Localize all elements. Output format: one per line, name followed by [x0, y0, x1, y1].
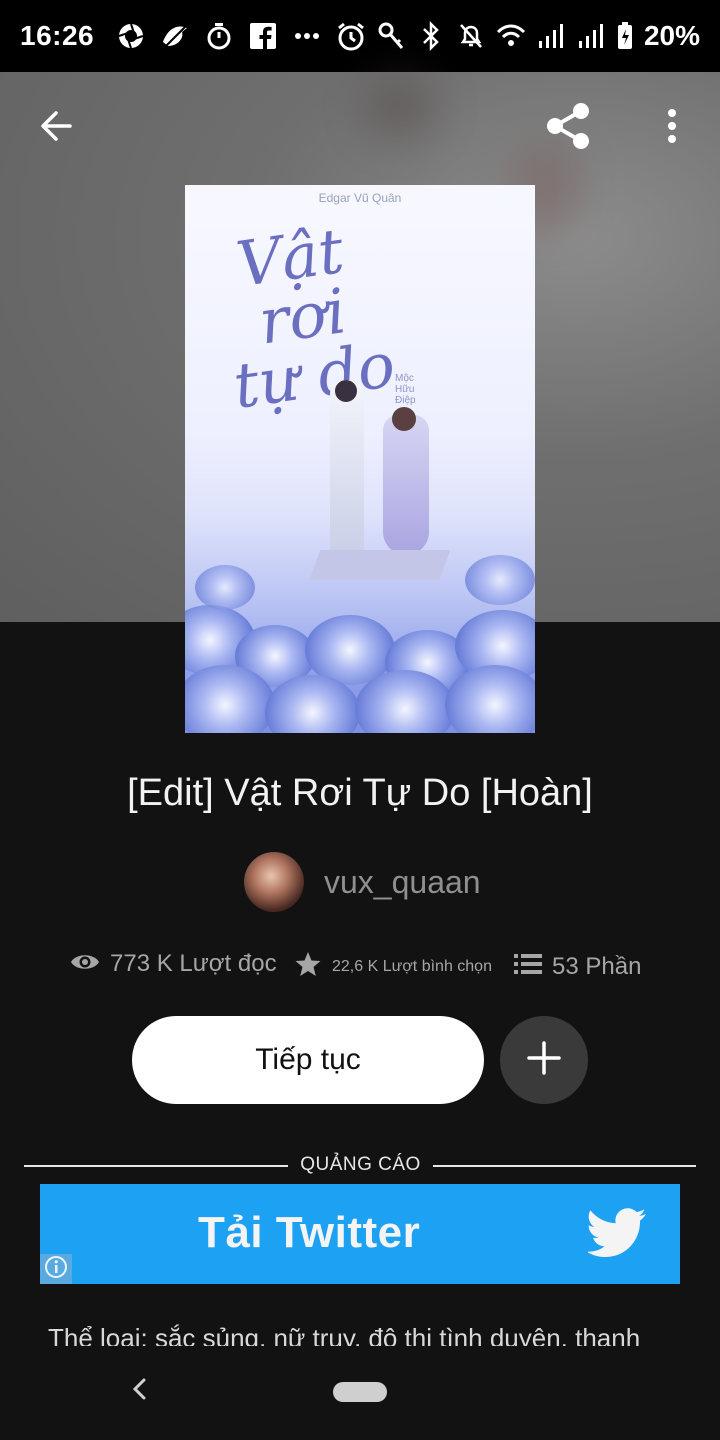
signal-icon — [536, 21, 566, 51]
status-left-icons — [116, 21, 322, 51]
book-cover: Edgar Vũ Quân Vật rơi tự do Mộc Hữu Điệp — [185, 185, 535, 733]
ad-divider-left — [24, 1165, 288, 1167]
more-dots-icon — [292, 21, 322, 51]
cover-figure-man — [330, 380, 364, 555]
list-icon — [514, 952, 542, 981]
more-options-button[interactable] — [644, 100, 700, 156]
ad-divider-right — [433, 1165, 696, 1167]
author-name[interactable]: vux_quaan — [324, 864, 481, 901]
mute-bell-icon — [456, 21, 486, 51]
star-icon — [294, 950, 322, 983]
arrow-left-icon — [38, 108, 74, 149]
system-back-button[interactable] — [124, 1376, 154, 1406]
share-button[interactable] — [540, 100, 596, 156]
signal-icon — [576, 21, 606, 51]
battery-icon — [616, 21, 634, 51]
top-toolbar — [0, 72, 720, 184]
twitter-bird-icon — [586, 1208, 648, 1265]
continue-reading-button[interactable]: Tiếp tục — [132, 1016, 484, 1104]
battery-percent: 20% — [643, 20, 700, 51]
alarm-icon — [336, 21, 366, 51]
bird-icon — [160, 21, 190, 51]
cover-author: Edgar Vũ Quân — [318, 191, 402, 205]
cover-subtitle: Mộc Hữu Điệp — [395, 373, 416, 406]
chevron-left-icon — [131, 1378, 147, 1405]
cover-figure-woman — [383, 415, 429, 555]
ad-banner[interactable]: Tải Twitter — [40, 1184, 680, 1284]
wifi-icon — [496, 21, 526, 51]
status-right-icons: 20% — [336, 20, 700, 52]
status-time: 16:26 — [20, 20, 95, 51]
book-description: Thể loại: sắc sủng, nữ truy, đô thị tình… — [48, 1323, 641, 1346]
avatar[interactable] — [244, 852, 304, 912]
ad-banner-text: Tải Twitter — [198, 1208, 421, 1257]
stat-votes: 22,6 K Lượt bình chọn — [294, 950, 492, 983]
ad-info-button[interactable] — [40, 1254, 72, 1284]
parts-count: 53 Phần — [552, 952, 642, 980]
facebook-icon — [248, 21, 278, 51]
add-to-library-button[interactable] — [500, 1016, 588, 1104]
stat-reads: 773 K Lượt đọc — [70, 950, 277, 978]
reads-count: 773 K Lượt đọc — [110, 950, 277, 977]
plus-icon — [527, 1040, 561, 1080]
share-icon — [543, 101, 593, 156]
stat-parts: 53 Phần — [514, 952, 641, 981]
eye-icon — [70, 951, 100, 978]
book-stats: 773 K Lượt đọc 22,6 K Lượt bình chọn 53 … — [0, 948, 720, 988]
timer-icon — [204, 21, 234, 51]
bluetooth-icon — [416, 21, 446, 51]
key-icon — [376, 21, 406, 51]
more-vertical-icon — [666, 108, 678, 149]
camera-aperture-icon — [116, 21, 146, 51]
back-button[interactable] — [28, 100, 84, 156]
status-bar: 16:26 20% — [0, 0, 720, 72]
ad-label: QUẢNG CÁO — [300, 1154, 421, 1175]
info-icon — [44, 1255, 68, 1284]
system-home-pill[interactable] — [333, 1382, 387, 1402]
author-link[interactable]: vux_quaan — [244, 852, 481, 912]
votes-count: 22,6 K Lượt bình chọn — [332, 957, 492, 975]
book-title: [Edit] Vật Rơi Tự Do [Hoàn] — [127, 772, 593, 814]
cover-title: Vật rơi tự do — [229, 213, 400, 423]
system-nav-bar — [0, 1346, 720, 1440]
